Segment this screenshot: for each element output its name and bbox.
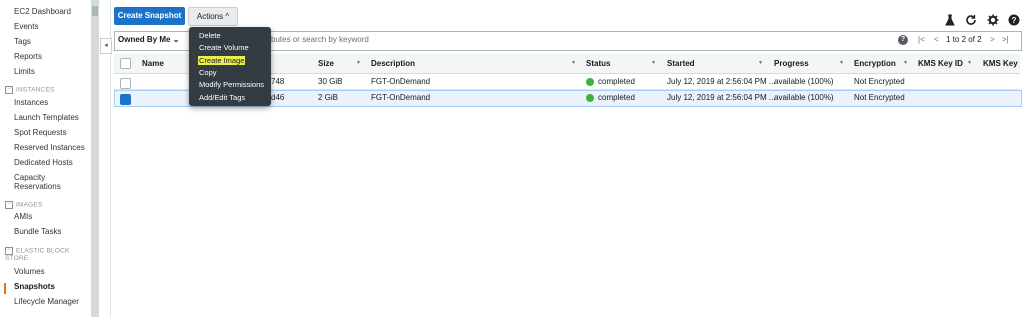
menu-item-add-edit-tags[interactable]: Add/Edit Tags bbox=[199, 93, 245, 102]
row-checkbox-checked[interactable] bbox=[120, 94, 131, 105]
status-green-icon bbox=[586, 78, 594, 86]
row-checkbox[interactable] bbox=[120, 78, 131, 89]
sidebar-item-volumes[interactable]: Volumes bbox=[14, 267, 45, 276]
collapse-toggle-icon: − bbox=[5, 86, 13, 94]
sidebar-item-amis[interactable]: AMIs bbox=[14, 212, 32, 221]
sidebar-item-snapshots[interactable]: Snapshots bbox=[14, 282, 55, 291]
sidebar-item-instances[interactable]: Instances bbox=[14, 98, 48, 107]
column-header-name[interactable]: Name bbox=[142, 54, 164, 73]
sidebar-section-instances[interactable]: − INSTANCES bbox=[5, 86, 55, 94]
sort-icon[interactable]: ▾ bbox=[759, 54, 762, 73]
sidebar-item-limits[interactable]: Limits bbox=[14, 67, 35, 76]
sort-icon[interactable]: ▾ bbox=[357, 54, 360, 73]
sidebar-item-spot-requests[interactable]: Spot Requests bbox=[14, 128, 66, 137]
actions-button[interactable]: Actions ^ bbox=[188, 7, 238, 26]
sort-icon[interactable]: ▾ bbox=[840, 54, 843, 73]
sort-icon[interactable]: ▾ bbox=[968, 54, 971, 73]
sidebar-item-ec2-dashboard[interactable]: EC2 Dashboard bbox=[14, 7, 71, 16]
search-input[interactable]: butes or search by keyword bbox=[271, 32, 369, 48]
last-page-button[interactable]: >| bbox=[1002, 32, 1009, 48]
column-header-kms-key-id[interactable]: KMS Key ID bbox=[918, 54, 963, 73]
sidebar-section-ebs[interactable]: − ELASTIC BLOCK STORE bbox=[5, 247, 70, 262]
snapshot-id-cell: d46 bbox=[271, 93, 285, 102]
sort-icon[interactable]: ▾ bbox=[572, 54, 575, 73]
sidebar-item-lifecycle-manager[interactable]: Lifecycle Manager bbox=[14, 297, 79, 306]
encryption-cell: Not Encrypted bbox=[854, 93, 905, 102]
encryption-cell: Not Encrypted bbox=[854, 77, 905, 86]
column-header-description[interactable]: Description bbox=[371, 54, 415, 73]
size-cell: 30 GiB bbox=[318, 77, 343, 86]
pagination-text: 1 to 2 of 2 bbox=[946, 35, 982, 44]
sort-icon[interactable]: ▾ bbox=[904, 54, 907, 73]
sidebar-item-reports[interactable]: Reports bbox=[14, 52, 42, 61]
sort-icon[interactable]: ▾ bbox=[652, 54, 655, 73]
create-snapshot-button[interactable]: Create Snapshot bbox=[114, 7, 185, 25]
collapse-sidebar-button[interactable]: ◂ bbox=[100, 38, 112, 54]
column-header-progress[interactable]: Progress bbox=[774, 54, 809, 73]
column-header-kms-key-alias[interactable]: KMS Key A bbox=[983, 54, 1020, 73]
refresh-icon[interactable] bbox=[965, 14, 977, 26]
started-cell: July 12, 2019 at 2:56:04 PM ... bbox=[667, 93, 776, 102]
status-cell: completed bbox=[598, 77, 635, 86]
progress-cell: available (100%) bbox=[774, 93, 834, 102]
status-green-icon bbox=[586, 94, 594, 102]
first-page-button[interactable]: |< bbox=[918, 32, 925, 48]
status-cell: completed bbox=[598, 93, 635, 102]
column-header-size[interactable]: Size bbox=[318, 54, 334, 73]
description-cell: FGT-OnDemand bbox=[371, 77, 431, 86]
description-cell: FGT-OnDemand bbox=[371, 93, 431, 102]
select-all-checkbox[interactable] bbox=[120, 58, 131, 69]
flask-icon[interactable] bbox=[944, 14, 956, 26]
owned-by-filter[interactable]: Owned By Me ⌄ bbox=[118, 32, 188, 48]
menu-item-create-image[interactable]: Create Image bbox=[198, 56, 246, 65]
search-help-icon[interactable]: ? bbox=[898, 35, 908, 45]
sidebar-item-events[interactable]: Events bbox=[14, 22, 38, 31]
column-header-encryption[interactable]: Encryption bbox=[854, 54, 896, 73]
started-cell: July 12, 2019 at 2:56:04 PM ... bbox=[667, 77, 776, 86]
menu-item-modify-permissions[interactable]: Modify Permissions bbox=[199, 80, 264, 89]
active-indicator bbox=[4, 283, 6, 294]
sidebar-section-images[interactable]: − IMAGES bbox=[5, 201, 42, 209]
sidebar-item-capacity-reservations[interactable]: Capacity Reservations bbox=[14, 173, 61, 191]
collapse-toggle-icon: − bbox=[5, 247, 13, 255]
sidebar-item-dedicated-hosts[interactable]: Dedicated Hosts bbox=[14, 158, 73, 167]
sidebar-item-tags[interactable]: Tags bbox=[14, 37, 31, 46]
next-page-button[interactable]: > bbox=[990, 32, 995, 48]
column-header-started[interactable]: Started bbox=[667, 54, 695, 73]
menu-item-copy[interactable]: Copy bbox=[199, 68, 217, 77]
progress-cell: available (100%) bbox=[774, 77, 834, 86]
snapshot-id-cell: 748 bbox=[271, 77, 285, 86]
sidebar-scrollbar[interactable] bbox=[91, 0, 99, 317]
help-icon[interactable]: ? bbox=[1008, 14, 1020, 26]
caret-up-icon: ^ bbox=[225, 12, 230, 21]
sidebar-item-launch-templates[interactable]: Launch Templates bbox=[14, 113, 79, 122]
column-header-status[interactable]: Status bbox=[586, 54, 610, 73]
size-cell: 2 GiB bbox=[318, 93, 339, 102]
menu-item-create-volume[interactable]: Create Volume bbox=[199, 43, 249, 52]
sidebar-item-bundle-tasks[interactable]: Bundle Tasks bbox=[14, 227, 61, 236]
svg-text:?: ? bbox=[1012, 16, 1017, 25]
menu-item-delete[interactable]: Delete bbox=[199, 31, 221, 40]
chevron-down-icon: ⌄ bbox=[172, 35, 180, 44]
prev-page-button[interactable]: < bbox=[934, 32, 939, 48]
gear-icon[interactable] bbox=[987, 14, 999, 26]
sidebar-scrollbar-thumb[interactable] bbox=[92, 6, 98, 16]
sidebar-item-reserved-instances[interactable]: Reserved Instances bbox=[14, 143, 85, 152]
collapse-toggle-icon: − bbox=[5, 201, 13, 209]
